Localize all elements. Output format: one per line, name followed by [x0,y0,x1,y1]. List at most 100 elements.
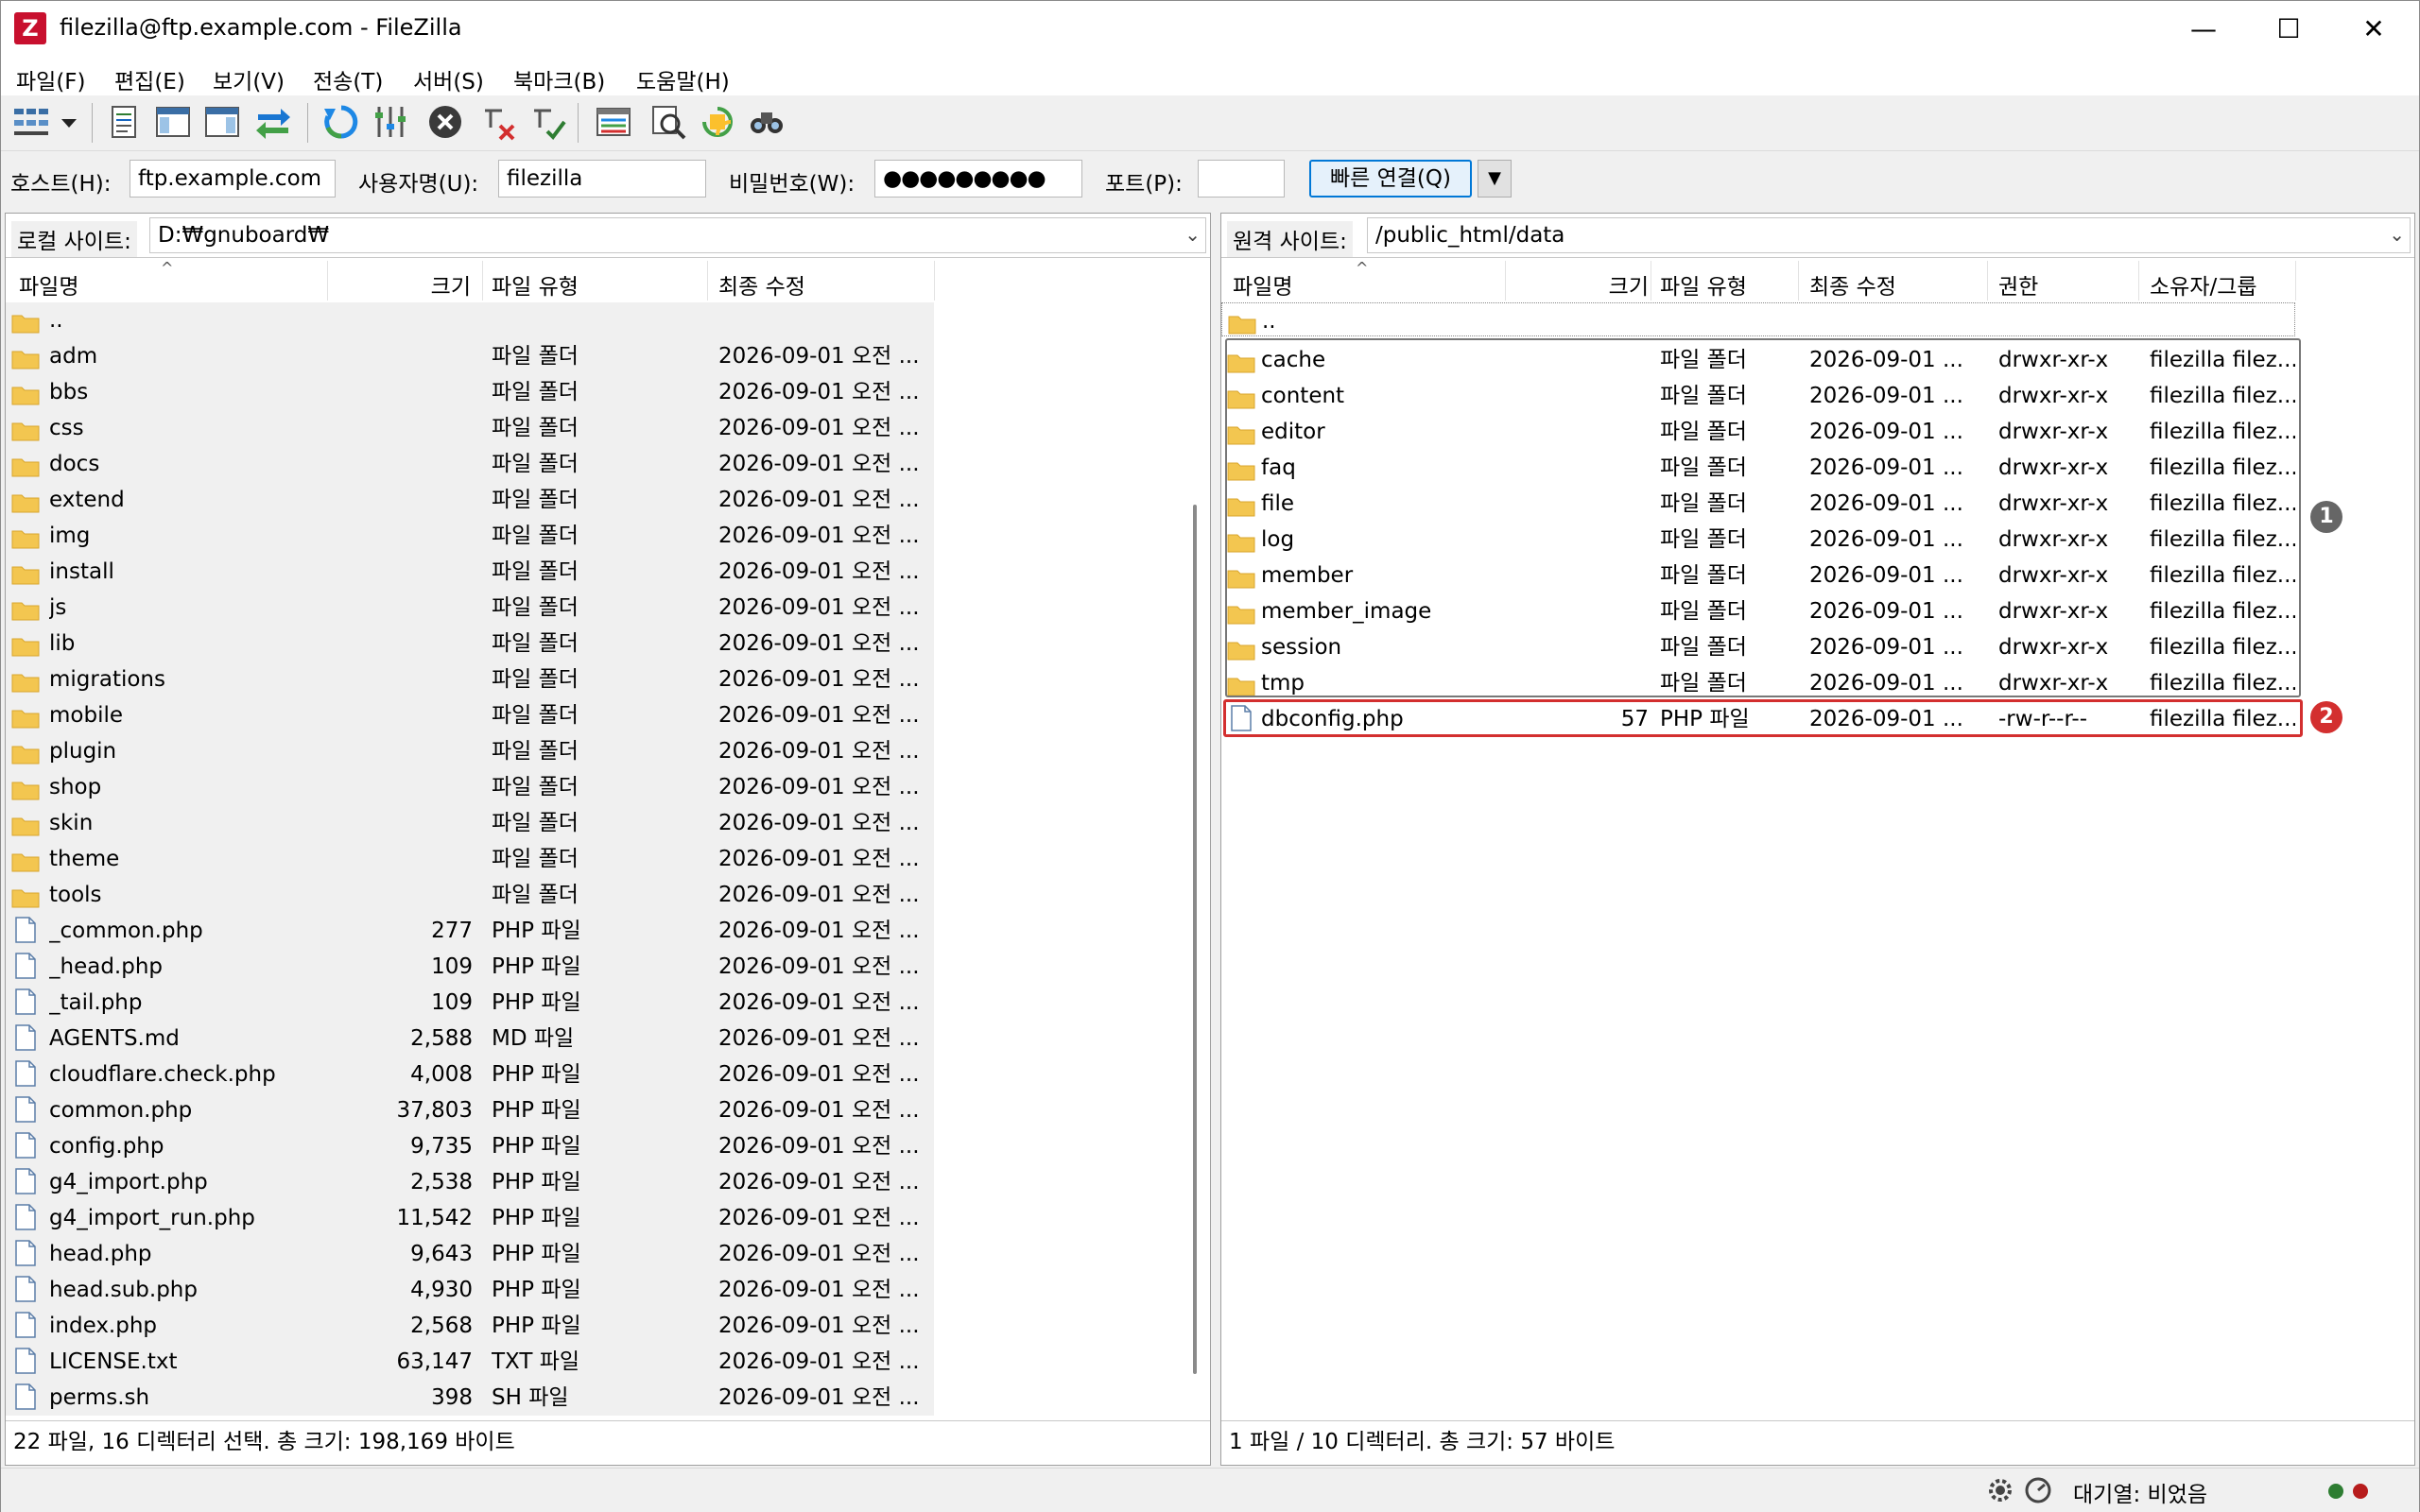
quickconnect-dropdown-icon[interactable]: ▼ [1478,160,1512,198]
table-row[interactable]: member 파일 폴더 2026-09-01 ... drwxr-xr-x filez… [1221,558,2295,593]
table-row[interactable]: mobile 파일 폴더 2026-09-01 오전 ... [6,697,934,733]
folder-icon [11,309,40,334]
table-row[interactable]: tmp 파일 폴더 2026-09-01 ... drwxr-xr-x filezill… [1221,665,2295,701]
search-remote-icon[interactable] [699,103,736,141]
table-row[interactable]: docs 파일 폴더 2026-09-01 오전 ... [6,446,934,482]
port-input[interactable] [1198,160,1285,198]
settings-icon[interactable] [1986,1476,2014,1504]
column-divider [2138,261,2139,301]
table-row[interactable]: plugin 파일 폴더 2026-09-01 오전 ... [6,733,934,769]
table-row[interactable]: _head.php 109 PHP 파일 2026-09-01 오전 ... [6,949,934,985]
username-input[interactable]: filezilla [498,160,706,198]
sync-browse-icon[interactable] [649,103,687,141]
refresh-icon[interactable] [322,103,360,141]
chevron-down-icon[interactable]: ⌄ [2389,223,2405,246]
table-row[interactable]: install 파일 폴더 2026-09-01 오전 ... [6,554,934,590]
transfer-queue-icon[interactable] [254,103,292,141]
col-type[interactable]: 파일 유형 [492,268,579,301]
reconnect-icon[interactable] [528,103,566,141]
table-row[interactable]: img 파일 폴더 2026-09-01 오전 ... [6,518,934,554]
table-row[interactable]: LICENSE.txt 63,147 TXT 파일 2026-09-01 오전 ... [6,1344,934,1380]
password-input[interactable]: ●●●●●●●●● [874,160,1082,198]
col-size[interactable]: 크기 [1505,268,1649,301]
maximize-button[interactable]: ☐ [2260,9,2317,50]
site-manager-icon[interactable] [12,103,50,141]
column-divider [1798,261,1799,301]
remote-tree-icon[interactable] [203,103,241,141]
disconnect-icon[interactable] [479,103,517,141]
local-scrollbar[interactable] [1193,505,1197,1374]
table-row[interactable]: faq 파일 폴더 2026-09-01 ... drwxr-xr-x filezill… [1221,450,2295,486]
col-modified[interactable]: 최종 수정 [718,268,805,301]
chevron-down-icon[interactable]: ⌄ [1184,223,1201,246]
host-input[interactable]: ftp.example.com [130,160,336,198]
find-icon[interactable] [748,103,786,141]
table-row[interactable]: session 파일 폴더 2026-09-01 ... drwxr-xr-x file… [1221,629,2295,665]
remote-path-input[interactable]: /public_html/data [1367,217,2411,253]
table-row[interactable]: tools 파일 폴더 2026-09-01 오전 ... [6,877,934,913]
cell-modified: 2026-09-01 오전 ... [718,1134,920,1159]
table-row[interactable]: shop 파일 폴더 2026-09-01 오전 ... [6,769,934,805]
table-row[interactable]: AGENTS.md 2,588 MD 파일 2026-09-01 오전 ... [6,1021,934,1057]
table-row[interactable]: adm 파일 폴더 2026-09-01 오전 ... [6,338,934,374]
directory-compare-icon[interactable] [595,103,632,141]
col-modified[interactable]: 최종 수정 [1809,268,1896,301]
table-row[interactable]: js 파일 폴더 2026-09-01 오전 ... [6,590,934,626]
table-row[interactable]: skin 파일 폴더 2026-09-01 오전 ... [6,805,934,841]
menu-file[interactable]: 파일(F) [16,63,86,95]
cell-type: PHP 파일 [492,990,581,1015]
table-row[interactable]: perms.sh 398 SH 파일 2026-09-01 오전 ... [6,1380,934,1416]
table-row[interactable]: bbs 파일 폴더 2026-09-01 오전 ... [6,374,934,410]
file-icon [15,1276,36,1302]
table-row[interactable]: .. [6,302,934,338]
cell-permissions: drwxr-xr-x [1998,527,2109,552]
table-row[interactable]: head.sub.php 4,930 PHP 파일 2026-09-01 오전 ... [6,1272,934,1308]
table-row[interactable]: head.php 9,643 PHP 파일 2026-09-01 오전 ... [6,1236,934,1272]
table-row[interactable]: common.php 37,803 PHP 파일 2026-09-01 오전 ... [6,1092,934,1128]
menu-bookmarks[interactable]: 북마크(B) [513,63,605,95]
table-row[interactable]: _tail.php 109 PHP 파일 2026-09-01 오전 ... [6,985,934,1021]
col-permissions[interactable]: 권한 [1998,268,2038,301]
filter-icon[interactable] [372,103,409,141]
message-log-icon[interactable] [105,103,143,141]
table-row[interactable]: css 파일 폴더 2026-09-01 오전 ... [6,410,934,446]
col-filename[interactable]: 파일명 [1233,268,1292,301]
table-row[interactable]: content 파일 폴더 2026-09-01 ... drwxr-xr-x file… [1221,378,2295,414]
table-row[interactable]: _common.php 277 PHP 파일 2026-09-01 오전 ... [6,913,934,949]
table-row[interactable]: g4_import_run.php 11,542 PHP 파일 2026-09-01 … [6,1200,934,1236]
cell-filename: cloudflare.check.php [49,1062,276,1087]
menu-server[interactable]: 서버(S) [413,63,484,95]
col-filename[interactable]: 파일명 [19,268,78,301]
cell-type: PHP 파일 [492,919,581,943]
table-row[interactable]: theme 파일 폴더 2026-09-01 오전 ... [6,841,934,877]
table-row[interactable]: member_image 파일 폴더 2026-09-01 ... drwxr-xr-… [1221,593,2295,629]
table-row[interactable]: extend 파일 폴더 2026-09-01 오전 ... [6,482,934,518]
table-row[interactable]: cloudflare.check.php 4,008 PHP 파일 2026-09-0… [6,1057,934,1092]
menu-help[interactable]: 도움말(H) [636,63,730,95]
col-size[interactable]: 크기 [327,268,471,301]
table-row[interactable]: config.php 9,735 PHP 파일 2026-09-01 오전 ... [6,1128,934,1164]
local-path-input[interactable]: D:₩gnuboard₩ [149,217,1206,253]
table-row[interactable]: editor 파일 폴더 2026-09-01 ... drwxr-xr-x filez… [1221,414,2295,450]
table-row[interactable]: dbconfig.php 57 PHP 파일 2026-09-01 ... -rw-r-… [1221,701,2295,737]
speed-limit-icon[interactable] [2024,1476,2052,1504]
cancel-icon[interactable] [426,103,464,141]
minimize-button[interactable]: — [2175,9,2232,50]
table-row[interactable]: g4_import.php 2,538 PHP 파일 2026-09-01 오전 ..… [6,1164,934,1200]
local-tree-icon[interactable] [154,103,192,141]
table-row[interactable]: .. [1221,302,2295,336]
col-type[interactable]: 파일 유형 [1660,268,1747,301]
col-owner-group[interactable]: 소유자/그룹 [2150,268,2257,301]
menu-view[interactable]: 보기(V) [213,63,285,95]
table-row[interactable]: file 파일 폴더 2026-09-01 ... drwxr-xr-x filezil… [1221,486,2295,522]
table-row[interactable]: index.php 2,568 PHP 파일 2026-09-01 오전 ... [6,1308,934,1344]
close-button[interactable]: ✕ [2345,9,2402,50]
dropdown-icon[interactable] [58,103,80,141]
table-row[interactable]: log 파일 폴더 2026-09-01 ... drwxr-xr-x filezill… [1221,522,2295,558]
table-row[interactable]: cache 파일 폴더 2026-09-01 ... drwxr-xr-x filezi… [1221,342,2295,378]
table-row[interactable]: lib 파일 폴더 2026-09-01 오전 ... [6,626,934,662]
menu-edit[interactable]: 편집(E) [114,63,185,95]
menu-transfer[interactable]: 전송(T) [313,63,383,95]
quickconnect-button[interactable]: 빠른 연결(Q) [1309,160,1472,198]
table-row[interactable]: migrations 파일 폴더 2026-09-01 오전 ... [6,662,934,697]
